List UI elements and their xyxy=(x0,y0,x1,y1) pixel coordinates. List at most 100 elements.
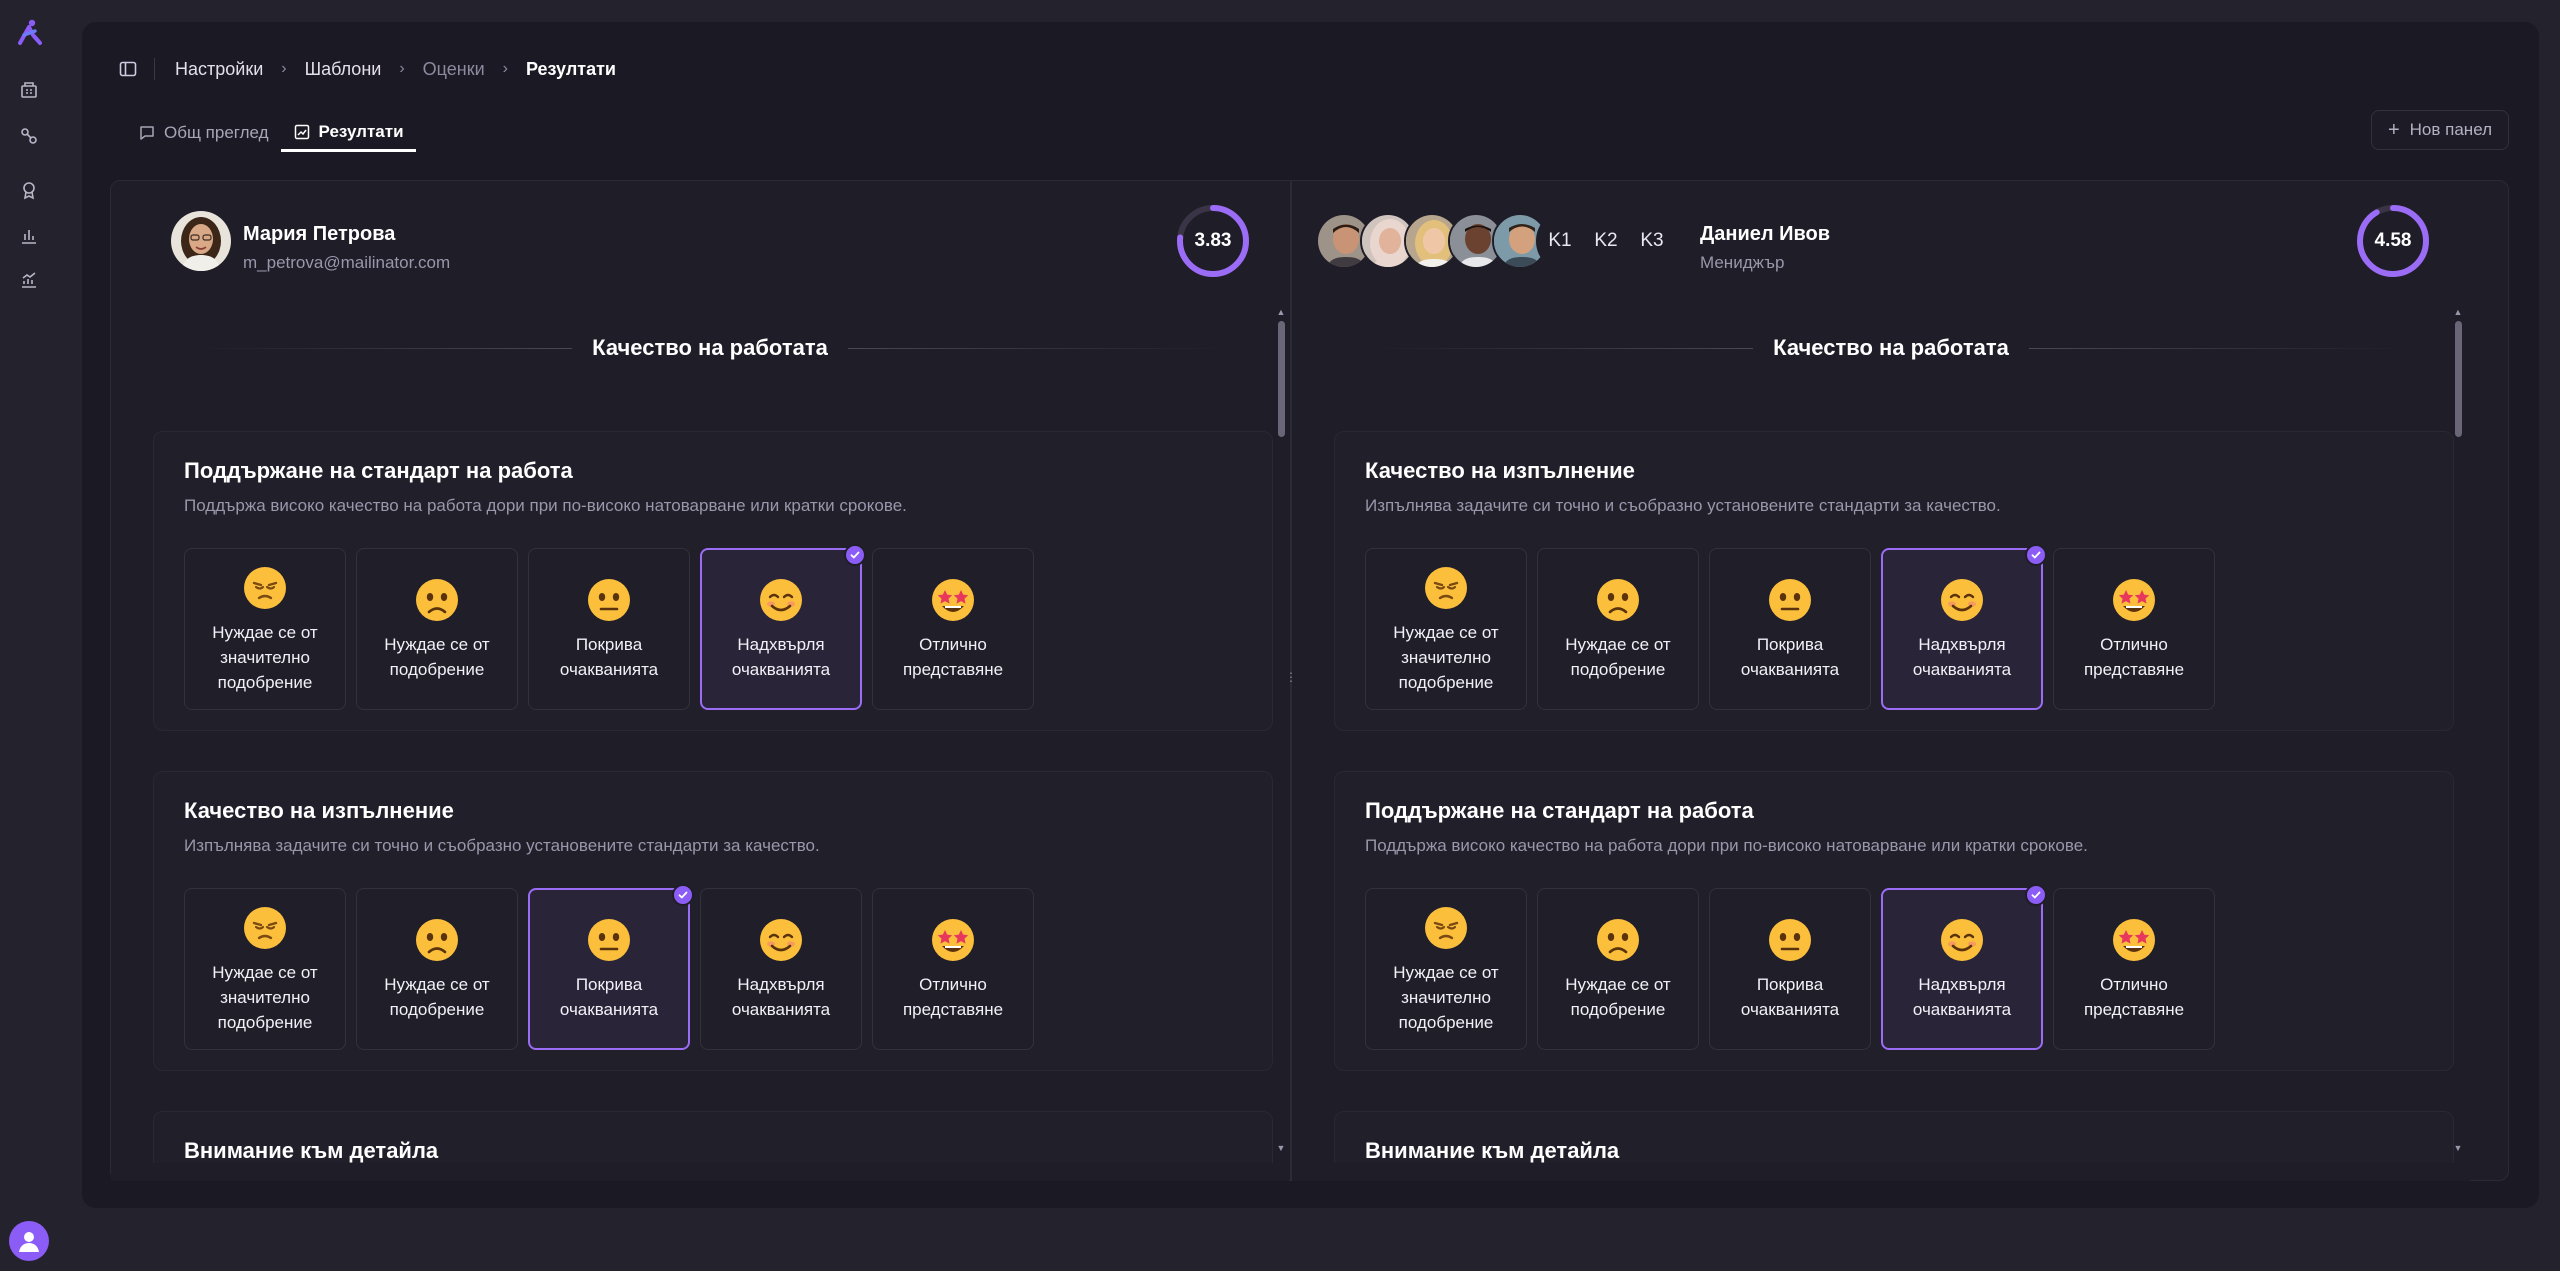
chevron-right-icon: › xyxy=(399,60,405,77)
rating-option[interactable]: Нуждае се от подобрение xyxy=(1537,548,1699,710)
chevron-right-icon: › xyxy=(502,60,508,77)
bar-chart-icon[interactable] xyxy=(17,224,41,248)
section-heading: Качество на работата xyxy=(1372,333,2410,363)
disappointed-face-icon xyxy=(1425,906,1467,949)
criterion-description: Изпълнява задачите си точно и съобразно … xyxy=(184,836,820,855)
user-avatar[interactable] xyxy=(9,1221,49,1261)
tab-results[interactable]: Резултати xyxy=(280,114,416,152)
scrollbar[interactable]: ▲ ▼ xyxy=(1275,307,1287,1153)
breadcrumb-results: Резултати xyxy=(525,58,616,79)
breadcrumb: Настройки › Шаблони › Оценки › Резултати xyxy=(175,59,616,80)
divider-line xyxy=(191,347,573,349)
frowning-face-icon xyxy=(1597,579,1639,621)
neutral-face-icon xyxy=(588,579,630,621)
rating-option[interactable]: Отлично представяне xyxy=(2053,548,2215,710)
check-icon xyxy=(844,544,866,566)
chevron-right-icon: › xyxy=(281,60,287,77)
rating-option-label: Покрива очакванията xyxy=(559,635,659,679)
breadcrumb-templates[interactable]: Шаблони xyxy=(305,59,382,80)
criterion-card: Качество на изпълнение Изпълнява задачит… xyxy=(153,771,1273,1071)
new-panel-button[interactable]: + Нов панел xyxy=(2370,110,2509,150)
smiling-face-icon xyxy=(1941,919,1983,961)
top-bar: Настройки › Шаблони › Оценки › Резултати xyxy=(118,52,616,86)
star-struck-icon xyxy=(2113,919,2155,961)
rating-option[interactable]: Отлично представяне xyxy=(872,548,1034,710)
score-ring: 3.83 xyxy=(1175,203,1251,279)
criterion-card: Качество на изпълнение Изпълнява задачит… xyxy=(1334,431,2454,731)
plus-icon: + xyxy=(2387,119,2400,141)
app-logo-icon[interactable] xyxy=(14,16,46,48)
award-icon[interactable] xyxy=(17,178,41,202)
rating-option-label: Нуждае се от подобрение xyxy=(384,635,490,679)
rating-option[interactable]: Надхвърля очакванията xyxy=(1881,884,2047,1050)
smiling-face-icon xyxy=(1941,579,1983,621)
nodes-icon[interactable] xyxy=(17,124,41,148)
rating-option-label: Отлично представяне xyxy=(2083,635,2185,679)
rating-option[interactable]: Нуждае се от значително подобрение xyxy=(1365,888,1527,1050)
left-panel-header: Мария Петрова m_petrova@mailinator.com 3… xyxy=(111,205,1289,281)
rating-option[interactable]: Нуждае се от значително подобрение xyxy=(184,888,346,1050)
criterion-title: Качество на изпълнение xyxy=(184,798,454,823)
rating-option[interactable]: Надхвърля очакванията xyxy=(700,888,862,1050)
rating-option-label: Надхвърля очакванията xyxy=(731,635,831,679)
user-role: Мениджър xyxy=(1700,253,1785,272)
rating-option-label: Надхвърля очакванията xyxy=(731,975,831,1019)
neutral-face-icon xyxy=(588,919,630,961)
scroll-thumb[interactable] xyxy=(1278,321,1285,437)
scroll-down-icon[interactable]: ▼ xyxy=(2453,1143,2463,1153)
user-photo-avatar xyxy=(171,211,231,271)
rating-option[interactable]: Отлично представяне xyxy=(872,888,1034,1050)
rating-option[interactable]: Нуждае се от значително подобрение xyxy=(1365,548,1527,710)
sidebar-toggle-icon[interactable] xyxy=(118,58,140,80)
scroll-down-icon[interactable]: ▼ xyxy=(1276,1143,1286,1153)
rating-option[interactable]: Покрива очакванията xyxy=(528,884,694,1050)
smiling-face-icon xyxy=(760,579,802,621)
rating-option[interactable]: Покрива очакванията xyxy=(1709,548,1871,710)
divider-line xyxy=(847,347,1229,349)
rating-option-label: Нуждае се от значително подобрение xyxy=(1393,622,1499,692)
rating-option-label: Покрива очакванията xyxy=(1740,975,1840,1019)
tab-results-label: Резултати xyxy=(318,121,404,141)
check-icon xyxy=(2025,884,2047,906)
rating-option[interactable]: Надхвърля очакванията xyxy=(700,544,866,710)
user-name: Даниел Ивов xyxy=(1700,223,1831,245)
section-heading: Качество на работата xyxy=(191,333,1229,363)
criterion-title: Поддържане на стандарт на работа xyxy=(184,458,573,483)
rating-option[interactable]: Отлично представяне xyxy=(2053,888,2215,1050)
criterion-title: Внимание към детайла xyxy=(184,1138,439,1163)
smiling-face-icon xyxy=(760,919,802,961)
rating-option-label: Нуждае се от подобрение xyxy=(384,975,490,1019)
main-content: Настройки › Шаблони › Оценки › Резултати… xyxy=(82,22,2539,1208)
tab-overview[interactable]: Общ преглед xyxy=(126,114,281,152)
right-panel: K1 K2 K3 Даниел Ивов Мениджър 4.58 Качес… xyxy=(1292,181,2470,1181)
user-email: m_petrova@mailinator.com xyxy=(243,253,451,272)
breadcrumb-settings[interactable]: Настройки xyxy=(175,59,263,80)
rating-option[interactable]: Нуждае се от подобрение xyxy=(1537,888,1699,1050)
building-icon[interactable] xyxy=(17,78,41,102)
right-panel-header: K1 K2 K3 Даниел Ивов Мениджър 4.58 xyxy=(1292,205,2470,281)
rating-options: Нуждае се от значително подобрение Нуждае… xyxy=(1365,884,2215,1050)
criterion-title: Качество на изпълнение xyxy=(1365,458,1635,483)
user-initials-badge: K2 xyxy=(1582,213,1630,269)
rating-option[interactable]: Нуждае се от подобрение xyxy=(356,548,518,710)
frowning-face-icon xyxy=(1597,919,1639,961)
scroll-thumb[interactable] xyxy=(2455,321,2462,437)
disappointed-face-icon xyxy=(244,566,286,609)
rating-option[interactable]: Покрива очакванията xyxy=(1709,888,1871,1050)
trend-chart-icon[interactable] xyxy=(17,268,41,292)
scroll-up-icon[interactable]: ▲ xyxy=(2453,307,2463,317)
scroll-up-icon[interactable]: ▲ xyxy=(1276,307,1286,317)
scrollbar[interactable]: ▲ ▼ xyxy=(2452,307,2464,1153)
rating-option[interactable]: Надхвърля очакванията xyxy=(1881,544,2047,710)
section-title: Качество на работата xyxy=(592,335,828,360)
section-title: Качество на работата xyxy=(1773,335,2009,360)
rating-option[interactable]: Покрива очакванията xyxy=(528,548,690,710)
rating-option-label: Нуждае се от подобрение xyxy=(1565,975,1671,1019)
star-struck-icon xyxy=(932,579,974,621)
breadcrumb-evaluations[interactable]: Оценки xyxy=(423,59,485,80)
rating-option[interactable]: Нуждае се от подобрение xyxy=(356,888,518,1050)
star-struck-icon xyxy=(2113,579,2155,621)
comparison-panels: Мария Петрова m_petrova@mailinator.com 3… xyxy=(110,180,2509,1181)
rating-option-label: Отлично представяне xyxy=(902,635,1004,679)
rating-option[interactable]: Нуждае се от значително подобрение xyxy=(184,548,346,710)
